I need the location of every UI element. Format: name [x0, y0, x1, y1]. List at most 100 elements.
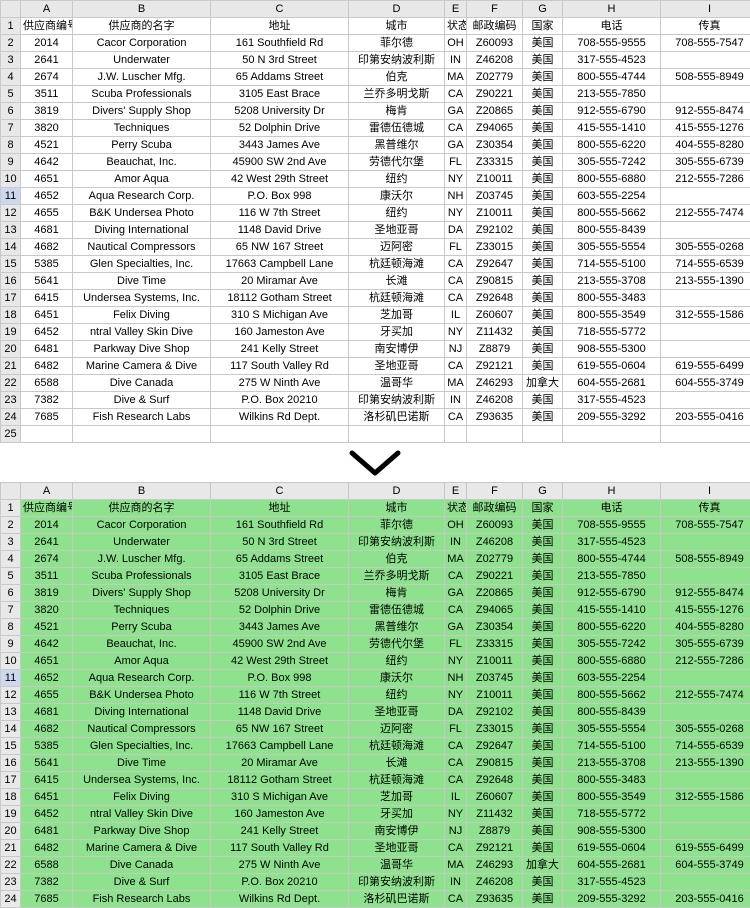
cell[interactable]: 6588 — [21, 375, 73, 392]
cell[interactable]: 619-555-6499 — [661, 840, 750, 857]
table-row[interactable]: 124655B&K Undersea Photo116 W 7th Street… — [1, 687, 750, 704]
row-header[interactable]: 4 — [1, 69, 21, 86]
cell[interactable]: 杭廷顿海滩 — [349, 738, 445, 755]
cell[interactable]: Dive & Surf — [73, 392, 211, 409]
cell[interactable]: CA — [445, 290, 467, 307]
cell[interactable]: 5385 — [21, 256, 73, 273]
cell[interactable]: 3443 James Ave — [211, 137, 349, 154]
table-row[interactable]: 104651Amor Aqua42 West 29th Street纽约NYZ1… — [1, 653, 750, 670]
cell[interactable]: 800-555-8439 — [563, 222, 661, 239]
table-row[interactable]: 226588Dive Canada275 W Ninth Ave温哥华MAZ46… — [1, 857, 750, 874]
table-row[interactable]: 63819Divers' Supply Shop5208 University … — [1, 585, 750, 602]
cell[interactable]: Z8879 — [467, 341, 523, 358]
cell[interactable]: 209-555-3292 — [563, 891, 661, 908]
cell[interactable]: 伯克 — [349, 69, 445, 86]
cell[interactable]: 5641 — [21, 755, 73, 772]
cell[interactable]: 6415 — [21, 290, 73, 307]
cell[interactable]: NJ — [445, 341, 467, 358]
cell[interactable]: 708-555-9555 — [563, 35, 661, 52]
table-row[interactable]: 42674J.W. Luscher Mfg.65 Addams Street伯克… — [1, 69, 750, 86]
cell[interactable]: 241 Kelly Street — [211, 341, 349, 358]
table-row[interactable]: 63819Divers' Supply Shop5208 University … — [1, 103, 750, 120]
cell[interactable]: 雷德伍德城 — [349, 602, 445, 619]
cell[interactable]: 45900 SW 2nd Ave — [211, 636, 349, 653]
cell[interactable]: 芝加哥 — [349, 307, 445, 324]
cell[interactable]: MA — [445, 375, 467, 392]
row-header[interactable]: 6 — [1, 103, 21, 120]
row-header[interactable]: 13 — [1, 222, 21, 239]
row-header[interactable]: 20 — [1, 341, 21, 358]
cell[interactable]: 美国 — [523, 721, 563, 738]
cell[interactable]: CA — [445, 840, 467, 857]
cell[interactable]: 4651 — [21, 653, 73, 670]
table-row[interactable]: 73820Techniques52 Dolphin Drive雷德伍德城CAZ9… — [1, 602, 750, 619]
cell[interactable]: 2641 — [21, 52, 73, 69]
cell[interactable]: 213-555-3708 — [563, 273, 661, 290]
cell[interactable]: 310 S Michigan Ave — [211, 789, 349, 806]
cell[interactable]: 800-555-3549 — [563, 789, 661, 806]
cell[interactable]: 美国 — [523, 52, 563, 69]
cell[interactable]: IL — [445, 307, 467, 324]
cell[interactable]: Amor Aqua — [73, 171, 211, 188]
cell[interactable]: Z46208 — [467, 534, 523, 551]
row-header[interactable]: 17 — [1, 772, 21, 789]
cell[interactable]: 美国 — [523, 823, 563, 840]
cell[interactable]: NY — [445, 205, 467, 222]
cell[interactable]: Cacor Corporation — [73, 35, 211, 52]
row-header[interactable]: 1 — [1, 500, 21, 517]
cell[interactable]: CA — [445, 602, 467, 619]
cell[interactable]: 美国 — [523, 551, 563, 568]
cell[interactable]: Felix Diving — [73, 307, 211, 324]
cell[interactable]: 5208 University Dr — [211, 103, 349, 120]
cell[interactable]: 415-555-1276 — [661, 120, 750, 137]
cell[interactable]: Z10011 — [467, 171, 523, 188]
row-header[interactable]: 16 — [1, 755, 21, 772]
cell[interactable]: CA — [445, 772, 467, 789]
cell[interactable]: NH — [445, 188, 467, 205]
table-row-empty[interactable]: 25 — [1, 426, 750, 443]
cell[interactable]: 梅肯 — [349, 103, 445, 120]
table-row[interactable]: 134681Diving International1148 David Dri… — [1, 704, 750, 721]
cell[interactable] — [661, 86, 750, 103]
cell[interactable]: 洛杉矶巴诺斯 — [349, 409, 445, 426]
cell[interactable]: 317-555-4523 — [563, 392, 661, 409]
row-header[interactable]: 5 — [1, 86, 21, 103]
cell[interactable]: Techniques — [73, 602, 211, 619]
cell[interactable]: 800-555-4744 — [563, 551, 661, 568]
table-row[interactable]: 206481Parkway Dive Shop241 Kelly Street南… — [1, 341, 750, 358]
cell[interactable]: 800-555-6220 — [563, 137, 661, 154]
cell[interactable] — [211, 426, 349, 443]
cell[interactable]: 415-555-1410 — [563, 602, 661, 619]
cell[interactable]: 65 NW 167 Street — [211, 239, 349, 256]
cell[interactable]: 美国 — [523, 874, 563, 891]
cell[interactable]: 2014 — [21, 517, 73, 534]
cell[interactable]: 52 Dolphin Drive — [211, 120, 349, 137]
cell[interactable] — [661, 823, 750, 840]
cell[interactable]: 212-555-7474 — [661, 205, 750, 222]
table-row[interactable]: 186451Felix Diving310 S Michigan Ave芝加哥I… — [1, 789, 750, 806]
row-header[interactable]: 23 — [1, 392, 21, 409]
table-row[interactable]: 155385Glen Specialties, Inc.17663 Campbe… — [1, 256, 750, 273]
column-header-i[interactable]: I — [661, 1, 750, 18]
cell[interactable]: 美国 — [523, 687, 563, 704]
cell[interactable]: 美国 — [523, 137, 563, 154]
table-row[interactable]: 237382Dive & SurfP.O. Box 20210印第安纳波利斯IN… — [1, 874, 750, 891]
cell[interactable]: 美国 — [523, 290, 563, 307]
cell[interactable]: Z46208 — [467, 52, 523, 69]
header-cell[interactable]: 地址 — [211, 18, 349, 35]
cell[interactable]: 6451 — [21, 789, 73, 806]
table-row[interactable]: 226588Dive Canada275 W Ninth Ave温哥华MAZ46… — [1, 375, 750, 392]
cell[interactable]: NY — [445, 806, 467, 823]
cell[interactable]: 305-555-6739 — [661, 636, 750, 653]
cell[interactable]: Z60607 — [467, 307, 523, 324]
cell[interactable]: 圣地亚哥 — [349, 222, 445, 239]
cell[interactable]: 4655 — [21, 687, 73, 704]
cell[interactable]: 6482 — [21, 840, 73, 857]
cell[interactable]: 714-555-5100 — [563, 256, 661, 273]
cell[interactable]: Z60093 — [467, 35, 523, 52]
cell[interactable]: Z92648 — [467, 772, 523, 789]
row-header[interactable]: 21 — [1, 358, 21, 375]
row-header[interactable]: 14 — [1, 239, 21, 256]
cell[interactable]: 美国 — [523, 256, 563, 273]
cell[interactable]: Glen Specialties, Inc. — [73, 256, 211, 273]
